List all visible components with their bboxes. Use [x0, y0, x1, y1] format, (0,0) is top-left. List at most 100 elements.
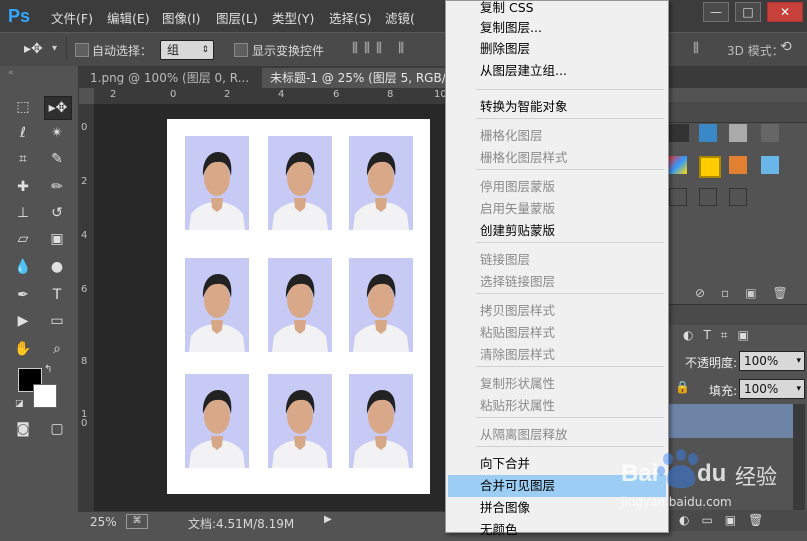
- healing-brush-icon[interactable]: ✚: [10, 176, 36, 198]
- layer-filter-icons[interactable]: ◐T⌗▣: [665, 324, 807, 346]
- menu-layer[interactable]: 图层(L): [216, 8, 258, 27]
- id-photo: [185, 374, 249, 468]
- chevron-down-icon[interactable]: ▾: [52, 43, 57, 54]
- type-tool-icon[interactable]: T: [44, 284, 70, 306]
- context-menu-item[interactable]: 无颜色: [480, 519, 518, 541]
- style-swatch[interactable]: [761, 124, 779, 142]
- chevron-down-icon: ▾: [796, 356, 801, 366]
- style-swatch[interactable]: [699, 124, 717, 142]
- menu-select[interactable]: 选择(S): [329, 8, 372, 27]
- layers-panel-header: [665, 304, 807, 325]
- magic-wand-icon[interactable]: ✴: [44, 122, 70, 144]
- panel-header: [665, 66, 807, 88]
- context-menu-item: 启用矢量蒙版: [480, 201, 556, 216]
- context-menu-item: 复制形状属性: [480, 376, 556, 391]
- clone-stamp-icon[interactable]: ⊥: [10, 202, 36, 224]
- panel-footer-icons[interactable]: ⊘▫▣🗑: [695, 286, 804, 300]
- style-swatch[interactable]: [729, 156, 747, 174]
- auto-select-dropdown[interactable]: 组 ⇕: [160, 40, 214, 60]
- play-arrow-icon[interactable]: ▶: [324, 514, 332, 525]
- eraser-icon[interactable]: ▱: [10, 228, 36, 250]
- style-swatch[interactable]: [699, 156, 721, 178]
- style-swatch[interactable]: [761, 156, 779, 174]
- context-menu-item[interactable]: 复制图层...: [480, 17, 542, 39]
- path-select-icon[interactable]: ▶: [10, 310, 36, 332]
- id-photo: [349, 258, 413, 352]
- status-bar: 25% ⌘ 文档:4.51M/8.19M ▶: [78, 511, 448, 532]
- fill-label: 填充:: [709, 384, 738, 398]
- menu-image[interactable]: 图像(I): [162, 8, 200, 27]
- crop-tool-icon[interactable]: ⌗: [10, 148, 36, 170]
- rectangle-tool-icon[interactable]: ▭: [44, 310, 70, 332]
- portrait: [353, 390, 409, 468]
- ruler-label: 8: [387, 89, 394, 100]
- zoom-level[interactable]: 25%: [90, 515, 117, 529]
- style-swatch[interactable]: [669, 188, 687, 206]
- style-swatch[interactable]: [699, 188, 717, 206]
- auto-select-checkbox[interactable]: [75, 43, 89, 57]
- dodge-tool-icon[interactable]: ●: [44, 256, 70, 278]
- menu-edit[interactable]: 编辑(E): [107, 8, 150, 27]
- style-swatch[interactable]: [729, 188, 747, 206]
- screen-mode-icon[interactable]: ▢: [44, 418, 70, 440]
- 3d-rotate-icon[interactable]: ⟲: [780, 39, 792, 55]
- minimize-button[interactable]: —: [703, 2, 729, 22]
- fill-input[interactable]: 100% ▾: [739, 379, 805, 399]
- history-brush-icon[interactable]: ↺: [44, 202, 70, 224]
- lasso-tool-icon[interactable]: ℓ: [10, 122, 36, 144]
- lock-icon[interactable]: 🔒: [675, 380, 690, 394]
- styles-panel-header: [665, 102, 807, 123]
- context-menu-item[interactable]: 创建剪贴蒙版: [480, 220, 555, 242]
- status-menu-icon[interactable]: ⌘: [126, 514, 148, 529]
- id-photo: [268, 136, 332, 230]
- ruler-label: 0: [170, 89, 177, 100]
- chevron-down-icon: ▾: [796, 384, 801, 394]
- tab-1png[interactable]: 1.png @ 100% (图层 0, R...: [82, 68, 262, 88]
- context-menu-item: 清除图层样式: [480, 347, 556, 362]
- gradient-icon[interactable]: ▣: [44, 228, 70, 250]
- distribute-icon[interactable]: ⫼: [693, 41, 699, 56]
- opacity-input[interactable]: 100% ▾: [739, 351, 805, 371]
- swap-colors-icon[interactable]: ↰: [44, 364, 52, 375]
- context-menu-item[interactable]: 转换为智能对象: [480, 96, 568, 118]
- style-swatch[interactable]: [669, 156, 687, 174]
- eyedropper-icon[interactable]: ✎: [44, 148, 70, 170]
- pen-tool-icon[interactable]: ✒: [10, 284, 36, 306]
- zoom-tool-icon[interactable]: ⌕: [44, 338, 70, 360]
- context-menu-item: 链接图层: [480, 252, 531, 267]
- maximize-button[interactable]: □: [735, 2, 761, 22]
- context-menu-item[interactable]: 向下合并: [480, 453, 530, 475]
- show-transform-checkbox[interactable]: [234, 43, 248, 57]
- close-button[interactable]: ✕: [767, 2, 803, 22]
- portrait: [353, 152, 409, 230]
- align-icons[interactable]: ⫼⫼⫼ ⫼: [352, 41, 410, 56]
- menu-filter[interactable]: 滤镜(: [385, 8, 415, 27]
- quick-mask-icon[interactable]: ◙: [10, 418, 36, 440]
- context-menu-item[interactable]: 拼合图像: [480, 497, 530, 519]
- style-swatch[interactable]: [729, 124, 747, 142]
- window-controls: — □ ✕: [699, 0, 807, 30]
- brush-tool-icon[interactable]: ✏: [44, 176, 70, 198]
- context-menu-item: 栅格化图层: [480, 128, 543, 143]
- portrait: [189, 274, 245, 352]
- context-menu-item[interactable]: 删除图层: [480, 38, 530, 60]
- style-swatches[interactable]: [669, 124, 805, 210]
- default-colors-icon[interactable]: ◪: [15, 399, 24, 409]
- move-tool-button[interactable]: ▸✥: [44, 96, 72, 120]
- context-menu-item[interactable]: 合并可见图层: [480, 475, 555, 497]
- context-menu-item[interactable]: 从图层建立组...: [480, 60, 567, 82]
- tab-untitled-1[interactable]: 未标题-1 @ 25% (图层 5, RGB/8): [262, 68, 464, 88]
- vertical-ruler: 0 2 4 6 8 1 0: [78, 104, 95, 511]
- move-tool-icon[interactable]: ▸✥: [24, 41, 43, 57]
- background-color-swatch[interactable]: [33, 384, 57, 408]
- 3d-mode-label: 3D 模式：: [727, 44, 784, 58]
- blur-tool-icon[interactable]: 💧: [10, 256, 36, 278]
- marquee-tool-icon[interactable]: ⬚: [10, 96, 36, 118]
- show-transform-label: 显示变换控件: [252, 44, 325, 58]
- style-swatch[interactable]: [669, 124, 689, 142]
- selected-layer-row[interactable]: [665, 404, 793, 438]
- hand-tool-icon[interactable]: ✋: [10, 338, 36, 360]
- menu-file[interactable]: 文件(F): [51, 8, 93, 27]
- menu-type[interactable]: 类型(Y): [272, 8, 314, 27]
- collapse-icon[interactable]: «: [8, 68, 14, 78]
